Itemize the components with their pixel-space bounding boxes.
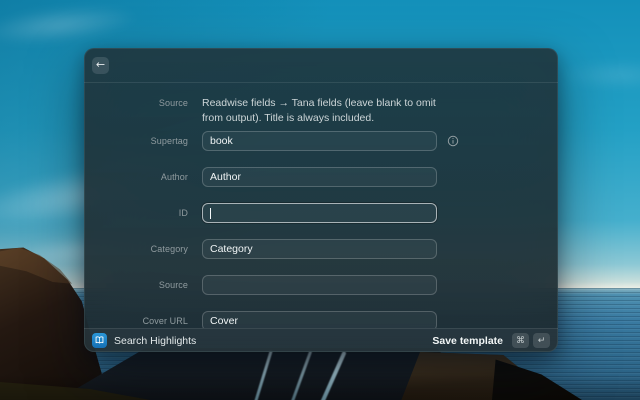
save-template-button[interactable]: Save template ⌘ ↵ xyxy=(432,333,550,348)
field-label: Source xyxy=(84,280,188,290)
command-key-badge: ⌘ xyxy=(512,333,529,348)
field-label: Cover URL xyxy=(84,316,188,326)
form-row-author: Author Author xyxy=(84,167,558,187)
return-key-badge: ↵ xyxy=(533,333,550,348)
save-template-label: Save template xyxy=(432,335,503,347)
field-label: ID xyxy=(84,208,188,218)
template-form: Source Readwise fields → Tana fields (le… xyxy=(84,83,558,328)
text-cursor xyxy=(210,208,211,219)
field-label: Category xyxy=(84,244,188,254)
command-name: Search Highlights xyxy=(114,335,196,347)
readwise-extension-icon xyxy=(92,333,107,348)
form-row-source-description: Source Readwise fields → Tana fields (le… xyxy=(84,96,558,126)
footer-bar: Search Highlights Save template ⌘ ↵ xyxy=(84,328,558,352)
id-input[interactable] xyxy=(202,203,437,223)
field-description: Readwise fields → Tana fields (leave bla… xyxy=(202,96,437,126)
raycast-window: ← Source Readwise fields → Tana fields (… xyxy=(84,48,558,352)
form-row-id: ID xyxy=(84,203,558,223)
author-input[interactable]: Author xyxy=(202,167,437,187)
cloud xyxy=(560,60,640,90)
form-row-source: Source xyxy=(84,275,558,295)
form-row-category: Category Category xyxy=(84,239,558,259)
back-button[interactable]: ← xyxy=(92,57,109,74)
field-label: Supertag xyxy=(84,136,188,146)
info-icon[interactable] xyxy=(447,135,459,147)
back-arrow-icon: ← xyxy=(96,57,105,73)
field-label: Source xyxy=(84,96,188,108)
window-header: ← xyxy=(84,48,558,83)
form-row-supertag: Supertag book xyxy=(84,131,558,151)
form-row-cover-url: Cover URL Cover xyxy=(84,311,558,328)
cover-url-input[interactable]: Cover xyxy=(202,311,437,328)
field-label: Author xyxy=(84,172,188,182)
category-input[interactable]: Category xyxy=(202,239,437,259)
supertag-input[interactable]: book xyxy=(202,131,437,151)
source-input[interactable] xyxy=(202,275,437,295)
bottom-vignette xyxy=(0,374,640,400)
